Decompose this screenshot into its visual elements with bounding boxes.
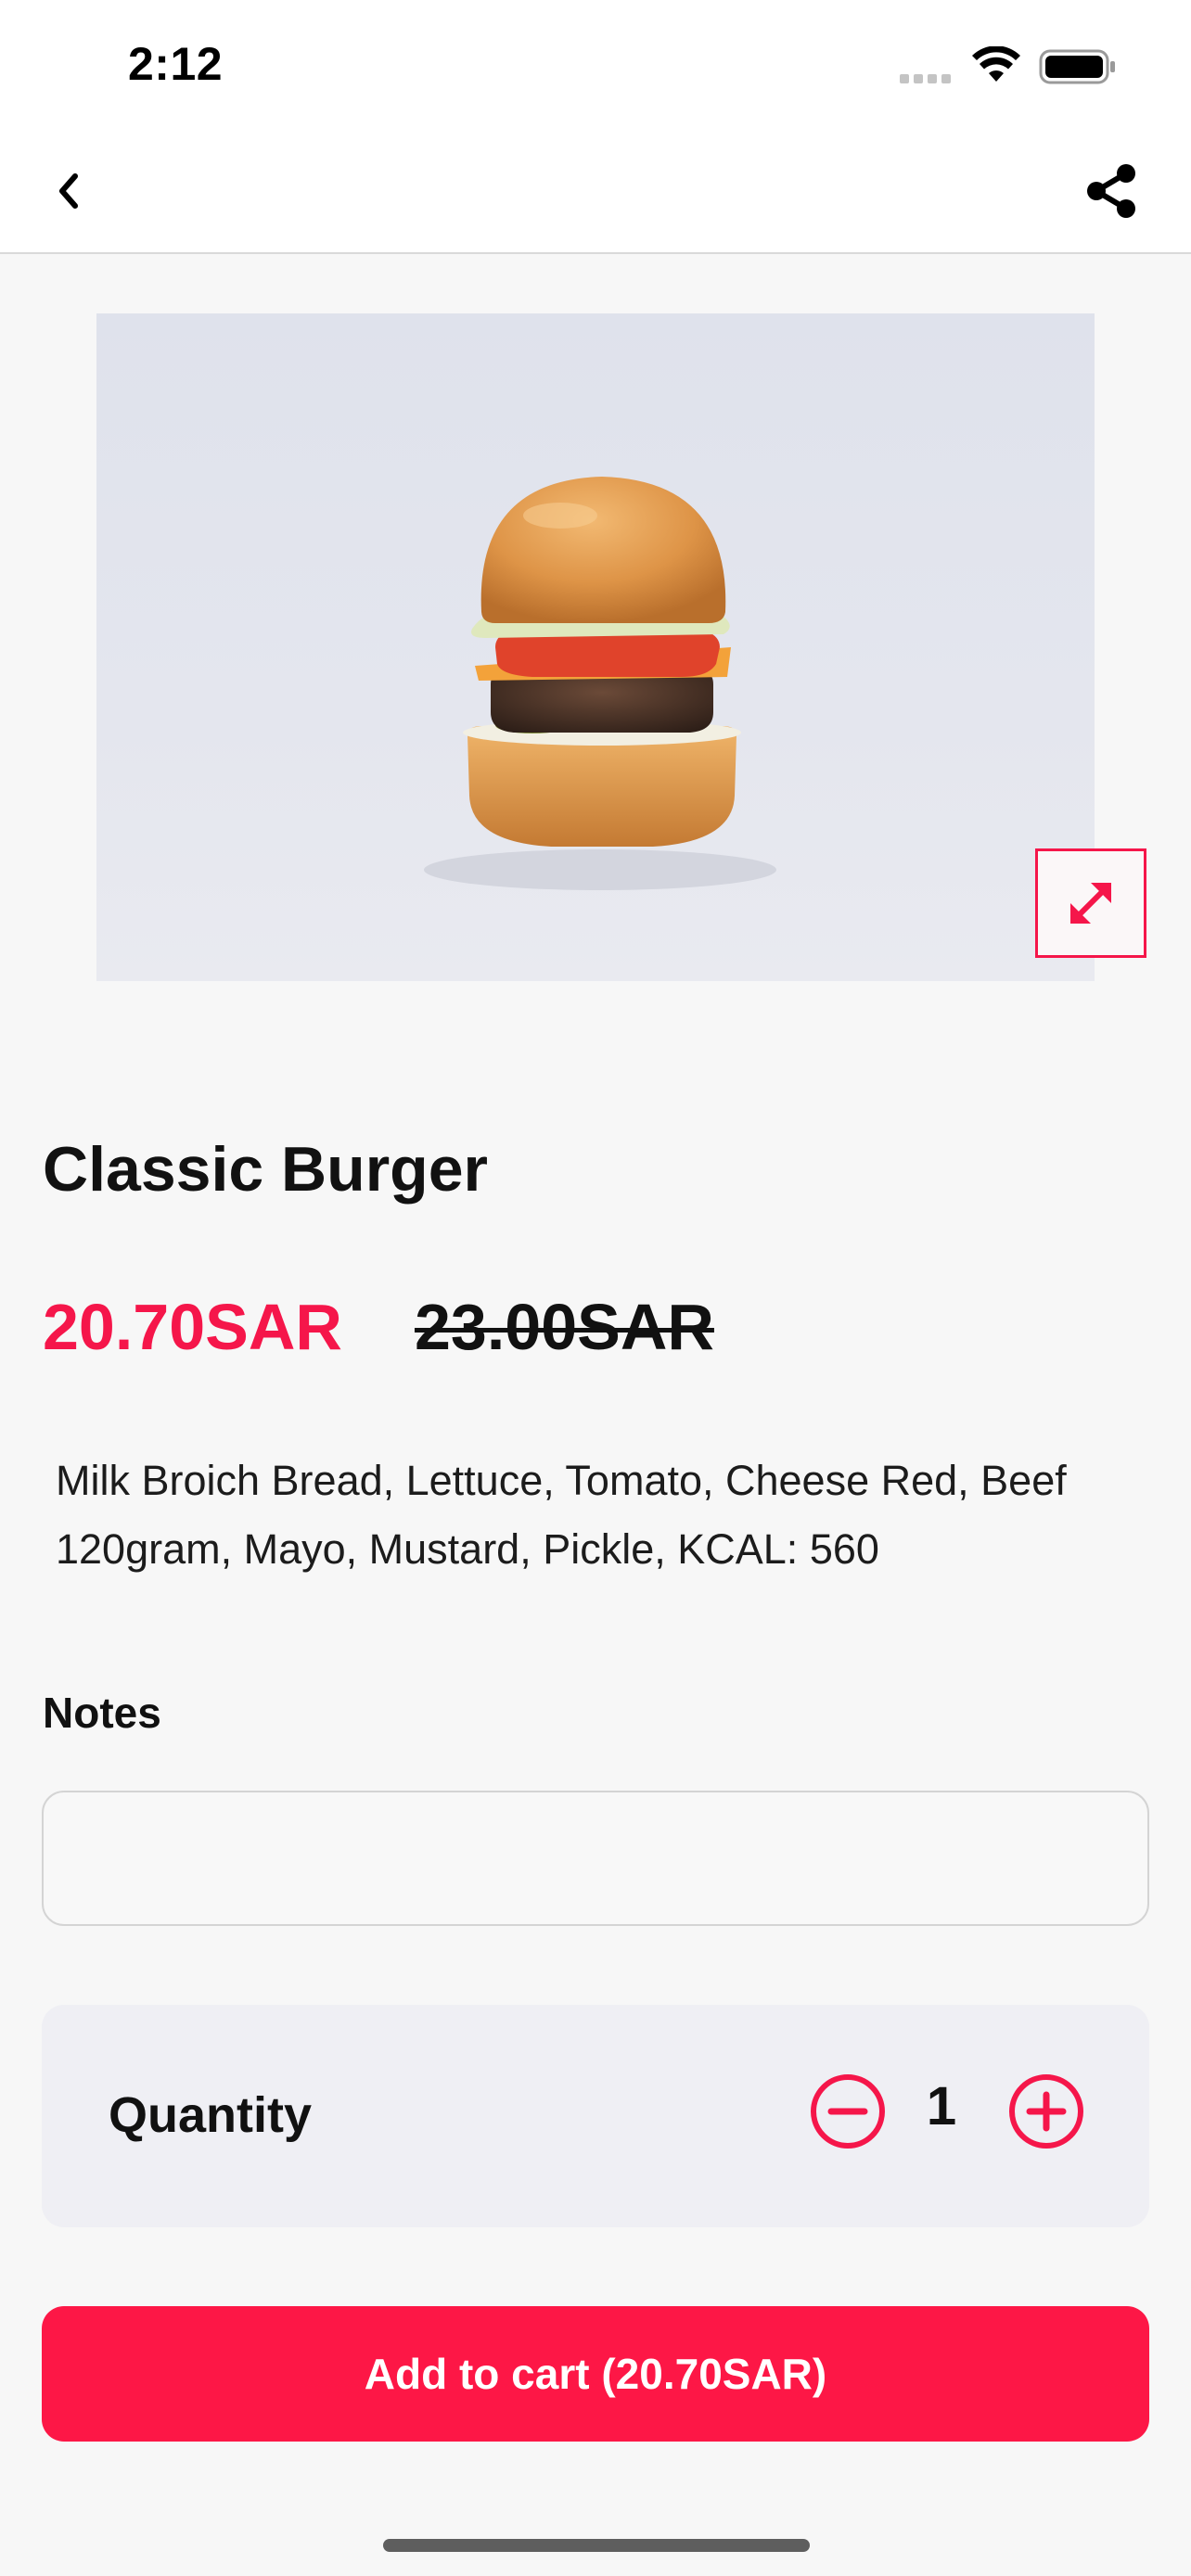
decrease-quantity-button[interactable] bbox=[808, 2072, 888, 2151]
product-description: Milk Broich Bread, Lettuce, Tomato, Chee… bbox=[56, 1457, 1067, 1573]
status-time: 2:12 bbox=[128, 38, 224, 90]
nav-bar bbox=[0, 130, 1191, 254]
quantity-value: 1 bbox=[926, 2076, 957, 2136]
share-button[interactable] bbox=[1078, 158, 1145, 224]
product-title: Classic Burger bbox=[43, 1134, 488, 1205]
notes-input[interactable] bbox=[42, 1791, 1149, 1926]
quantity-card: Quantity 1 bbox=[42, 2005, 1149, 2227]
status-bar: 2:12 bbox=[0, 0, 1191, 130]
minus-circle-icon bbox=[811, 2074, 885, 2149]
current-price: 20.70SAR bbox=[43, 1291, 342, 1363]
expand-image-button[interactable] bbox=[1035, 848, 1146, 958]
cellular-signal-icon bbox=[900, 71, 957, 83]
increase-quantity-button[interactable] bbox=[1006, 2072, 1086, 2151]
notes-label: Notes bbox=[43, 1689, 161, 1737]
product-image[interactable] bbox=[96, 313, 1095, 981]
plus-circle-icon bbox=[1009, 2074, 1083, 2149]
back-button[interactable] bbox=[41, 163, 96, 219]
expand-arrows-icon bbox=[1070, 883, 1111, 924]
original-price: 23.00SAR bbox=[414, 1291, 714, 1363]
chevron-left-icon bbox=[59, 173, 78, 209]
wifi-icon bbox=[972, 46, 1020, 82]
burger-image bbox=[424, 477, 776, 890]
price-row: 20.70SAR 23.00SAR bbox=[43, 1285, 714, 1369]
quantity-label: Quantity bbox=[109, 2087, 313, 2143]
product-detail-screen: 2:12 Classic Burger 20.70SAR 23.00SAR Mi… bbox=[0, 0, 1191, 2576]
add-to-cart-button[interactable]: Add to cart (20.70SAR) bbox=[42, 2306, 1149, 2442]
share-icon bbox=[1087, 164, 1135, 218]
home-indicator bbox=[383, 2539, 810, 2552]
battery-icon bbox=[1039, 49, 1115, 84]
